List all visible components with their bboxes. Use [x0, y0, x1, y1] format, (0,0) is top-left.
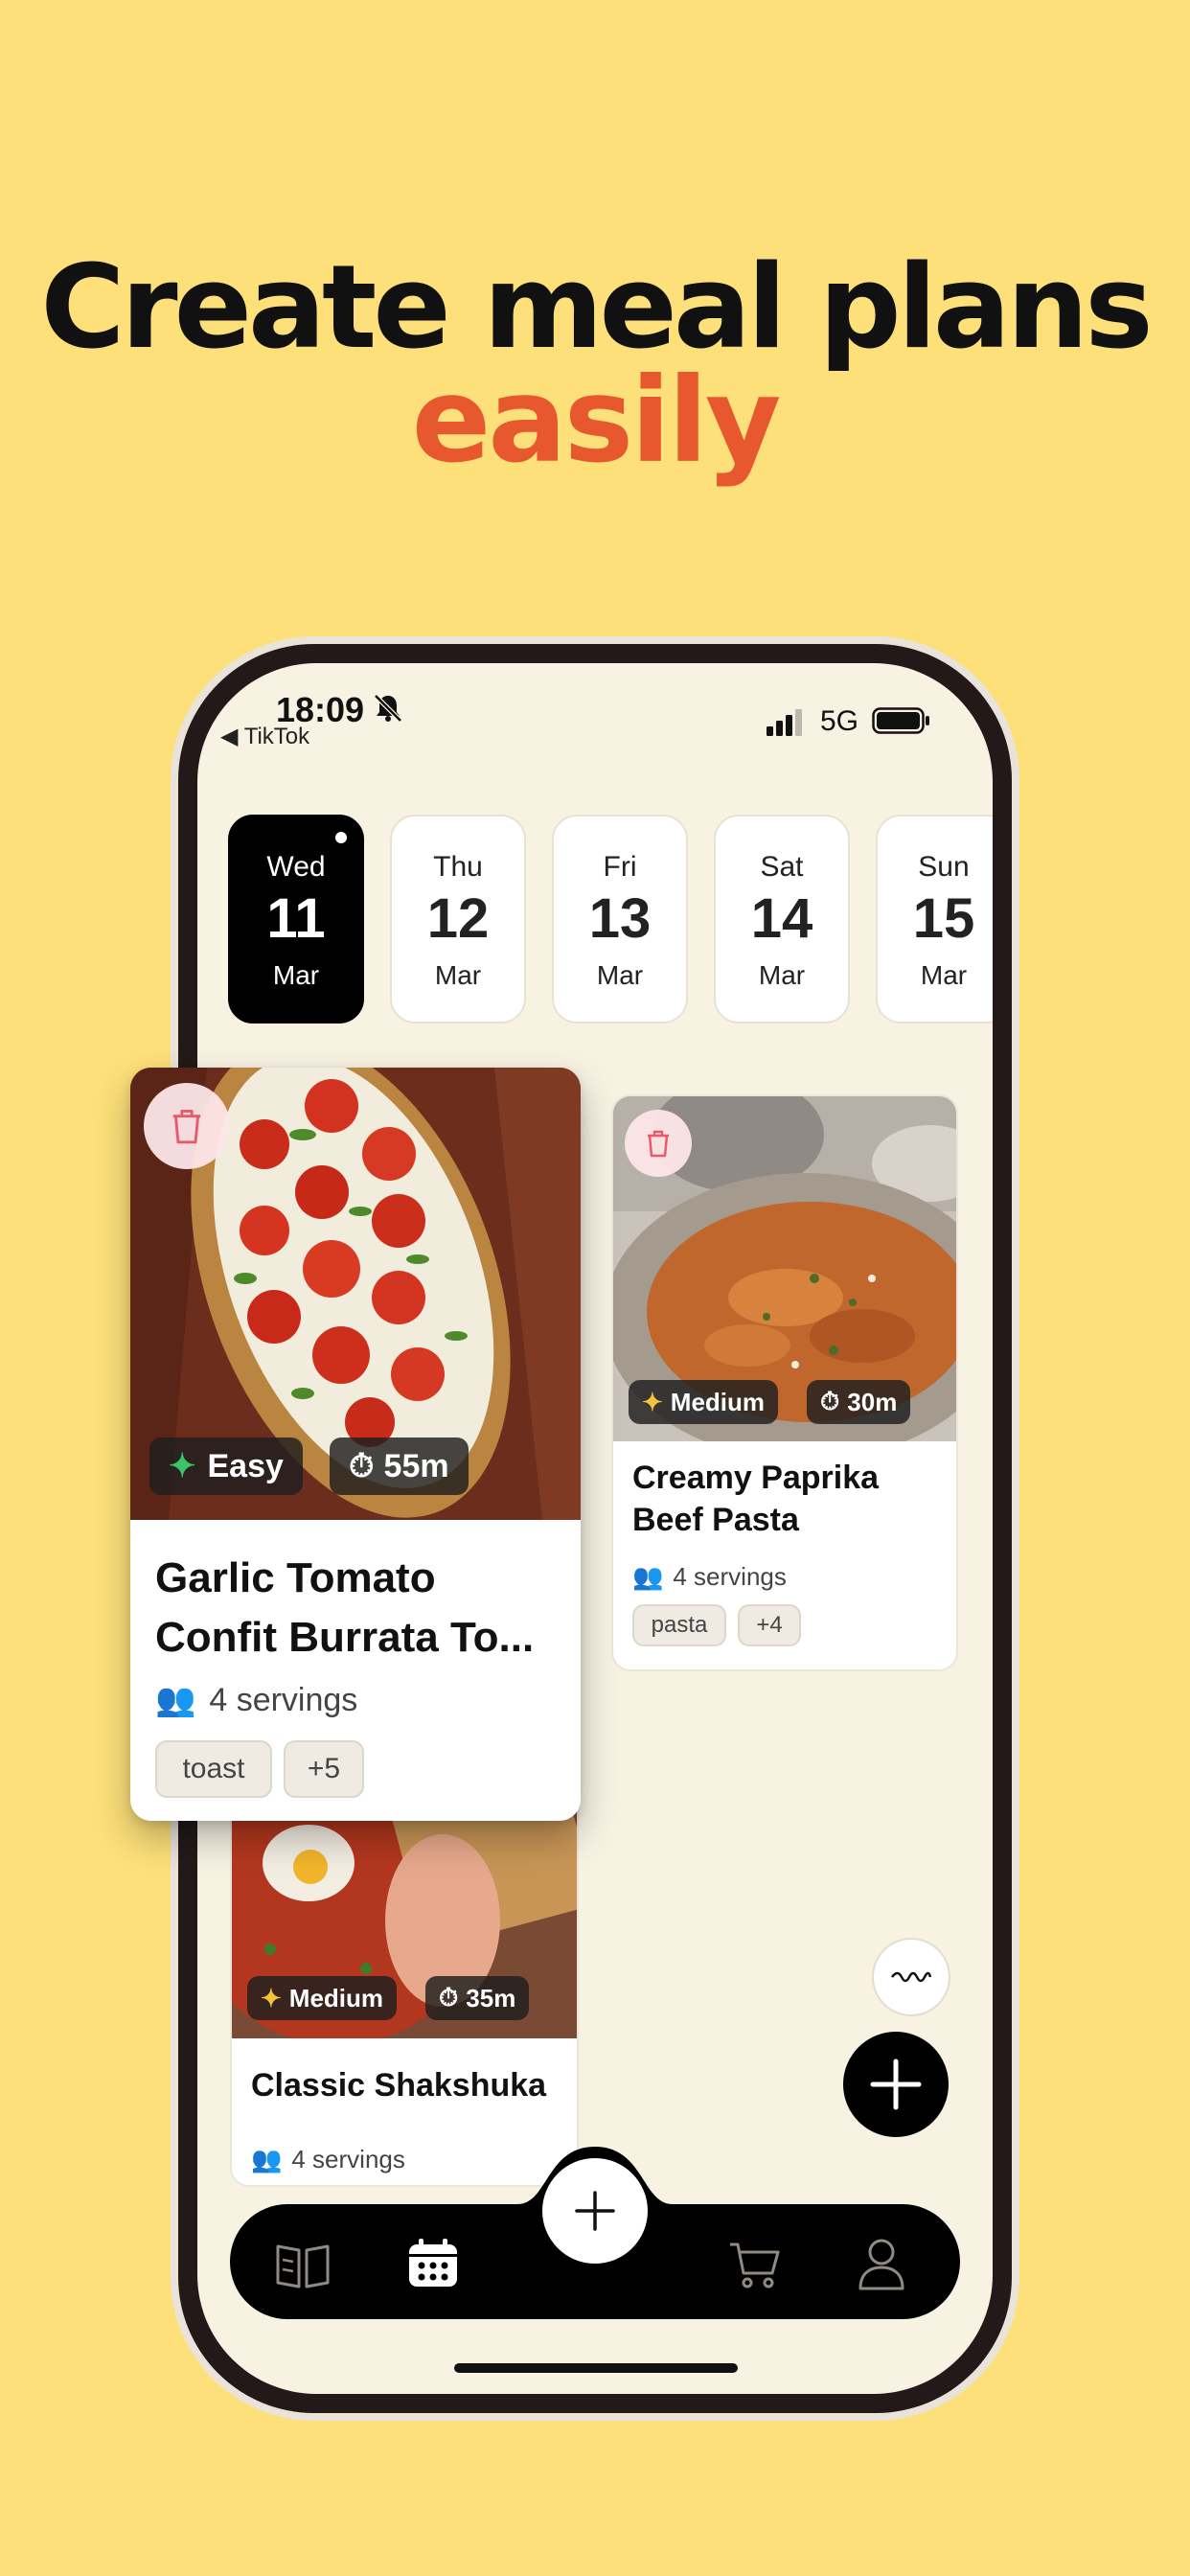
center-add-button[interactable] — [542, 2158, 648, 2264]
cart-icon[interactable] — [728, 2241, 782, 2290]
recipe-card-classic-shakshuka[interactable]: ✦ Medium ⏱ 35m Classic Shakshuka 👥 4 ser… — [230, 1765, 579, 2187]
recipe-title: Creamy Paprika Beef Pasta — [632, 1457, 949, 1541]
headline: Create meal plans easily — [0, 242, 1190, 489]
sparkle-icon: ✦ — [169, 1448, 196, 1484]
recipe-title-line-1: Creamy Paprika — [632, 1460, 880, 1496]
clock-icon: ⏱ — [439, 1983, 459, 2012]
tag-chip: pasta — [632, 1604, 726, 1646]
day-month: Mar — [272, 960, 320, 990]
more-tags-chip[interactable]: +4 — [738, 1604, 801, 1646]
day-selector: Wed 11 Mar Thu 12 Mar Fri 13 Mar Sat 14 … — [228, 815, 993, 1027]
day-number: 15 — [912, 887, 975, 950]
day-name: Fri — [603, 851, 637, 883]
time-chip: ⏱ 55m — [330, 1438, 469, 1495]
waveform-icon — [891, 1971, 932, 1983]
home-indicator — [454, 2363, 738, 2373]
day-sun-15[interactable]: Sun 15 Mar — [876, 815, 993, 1024]
day-number: 13 — [588, 887, 652, 950]
day-month: Mar — [434, 960, 482, 990]
headline-line-1: Create meal plans — [40, 242, 1153, 375]
day-name: Sun — [918, 851, 970, 883]
time-chip: ⏱ 30m — [807, 1380, 911, 1424]
back-to-app-link[interactable]: ◀ TikTok — [220, 723, 309, 750]
recipe-title-line-2: Confit Burrata To... — [155, 1613, 535, 1661]
people-icon: 👥 — [632, 1562, 664, 1591]
servings: 👥 4 servings — [632, 1562, 787, 1592]
difficulty-label: Easy — [207, 1447, 284, 1484]
bell-muted-icon — [374, 694, 402, 723]
headline-line-2: easily — [411, 353, 782, 489]
time-label: 55m — [383, 1447, 449, 1484]
day-name: Wed — [266, 851, 326, 883]
more-tags-chip[interactable]: +5 — [284, 1740, 364, 1798]
calendar-icon[interactable] — [406, 2237, 460, 2290]
sparkle-icon: ✦ — [261, 1983, 282, 2012]
difficulty-label: Medium — [288, 1983, 384, 2012]
day-name: Sat — [760, 851, 804, 883]
clock-icon: ⏱ — [349, 1447, 375, 1484]
day-month: Mar — [758, 960, 806, 990]
day-number: 12 — [426, 887, 490, 950]
day-month: Mar — [596, 960, 644, 990]
trash-icon — [172, 1110, 201, 1144]
day-sat-14[interactable]: Sat 14 Mar — [714, 815, 850, 1024]
servings: 👥 4 servings — [155, 1681, 357, 1719]
add-icon — [575, 2191, 615, 2231]
day-thu-12[interactable]: Thu 12 Mar — [390, 815, 526, 1024]
day-fri-13[interactable]: Fri 13 Mar — [552, 815, 688, 1024]
trash-icon — [648, 1130, 669, 1158]
recipe-card-garlic-tomato[interactable]: ✦ Easy ⏱ 55m Garlic Tomato Confit Burrat… — [130, 1068, 581, 1821]
delete-recipe-button[interactable] — [625, 1110, 692, 1177]
today-dot — [335, 832, 347, 843]
clock-icon: ⏱ — [820, 1387, 840, 1415]
servings-label: 4 servings — [673, 1562, 787, 1591]
time-label: 35m — [466, 1983, 516, 2012]
day-number: 11 — [266, 887, 326, 950]
recipe-card-creamy-paprika[interactable]: ✦ Medium ⏱ 30m Creamy Paprika Beef Pasta… — [611, 1094, 958, 1671]
add-recipe-fab[interactable] — [839, 2028, 952, 2141]
network-type: 5G — [820, 705, 859, 737]
voice-assistant-button[interactable] — [872, 1938, 950, 2016]
recipes-book-icon[interactable] — [274, 2241, 332, 2290]
people-icon: 👥 — [155, 1682, 196, 1718]
day-name: Thu — [433, 851, 483, 883]
difficulty-chip: ✦ Medium — [629, 1380, 779, 1424]
time-chip: ⏱ 35m — [425, 1976, 530, 2020]
servings-label: 4 servings — [209, 1681, 358, 1718]
difficulty-label: Medium — [670, 1387, 766, 1416]
signal-icon — [767, 709, 802, 736]
day-month: Mar — [920, 960, 968, 990]
difficulty-chip: ✦ Easy — [149, 1438, 303, 1495]
recipe-title-line-1: Garlic Tomato — [155, 1554, 436, 1601]
day-number: 14 — [750, 887, 813, 950]
plus-icon — [870, 2058, 922, 2110]
day-wed-11[interactable]: Wed 11 Mar — [228, 815, 364, 1024]
recipe-title: Garlic Tomato Confit Burrata To... — [155, 1549, 567, 1667]
recipe-title: Classic Shakshuka — [251, 2067, 547, 2104]
battery-icon — [872, 707, 929, 734]
tag-chip: toast — [155, 1740, 272, 1798]
difficulty-chip: ✦ Medium — [247, 1976, 398, 2020]
delete-recipe-button[interactable] — [144, 1083, 230, 1169]
time-label: 30m — [847, 1387, 898, 1416]
sparkle-icon: ✦ — [642, 1387, 663, 1416]
profile-icon[interactable] — [857, 2237, 906, 2290]
recipe-title-line-2: Beef Pasta — [632, 1502, 799, 1539]
